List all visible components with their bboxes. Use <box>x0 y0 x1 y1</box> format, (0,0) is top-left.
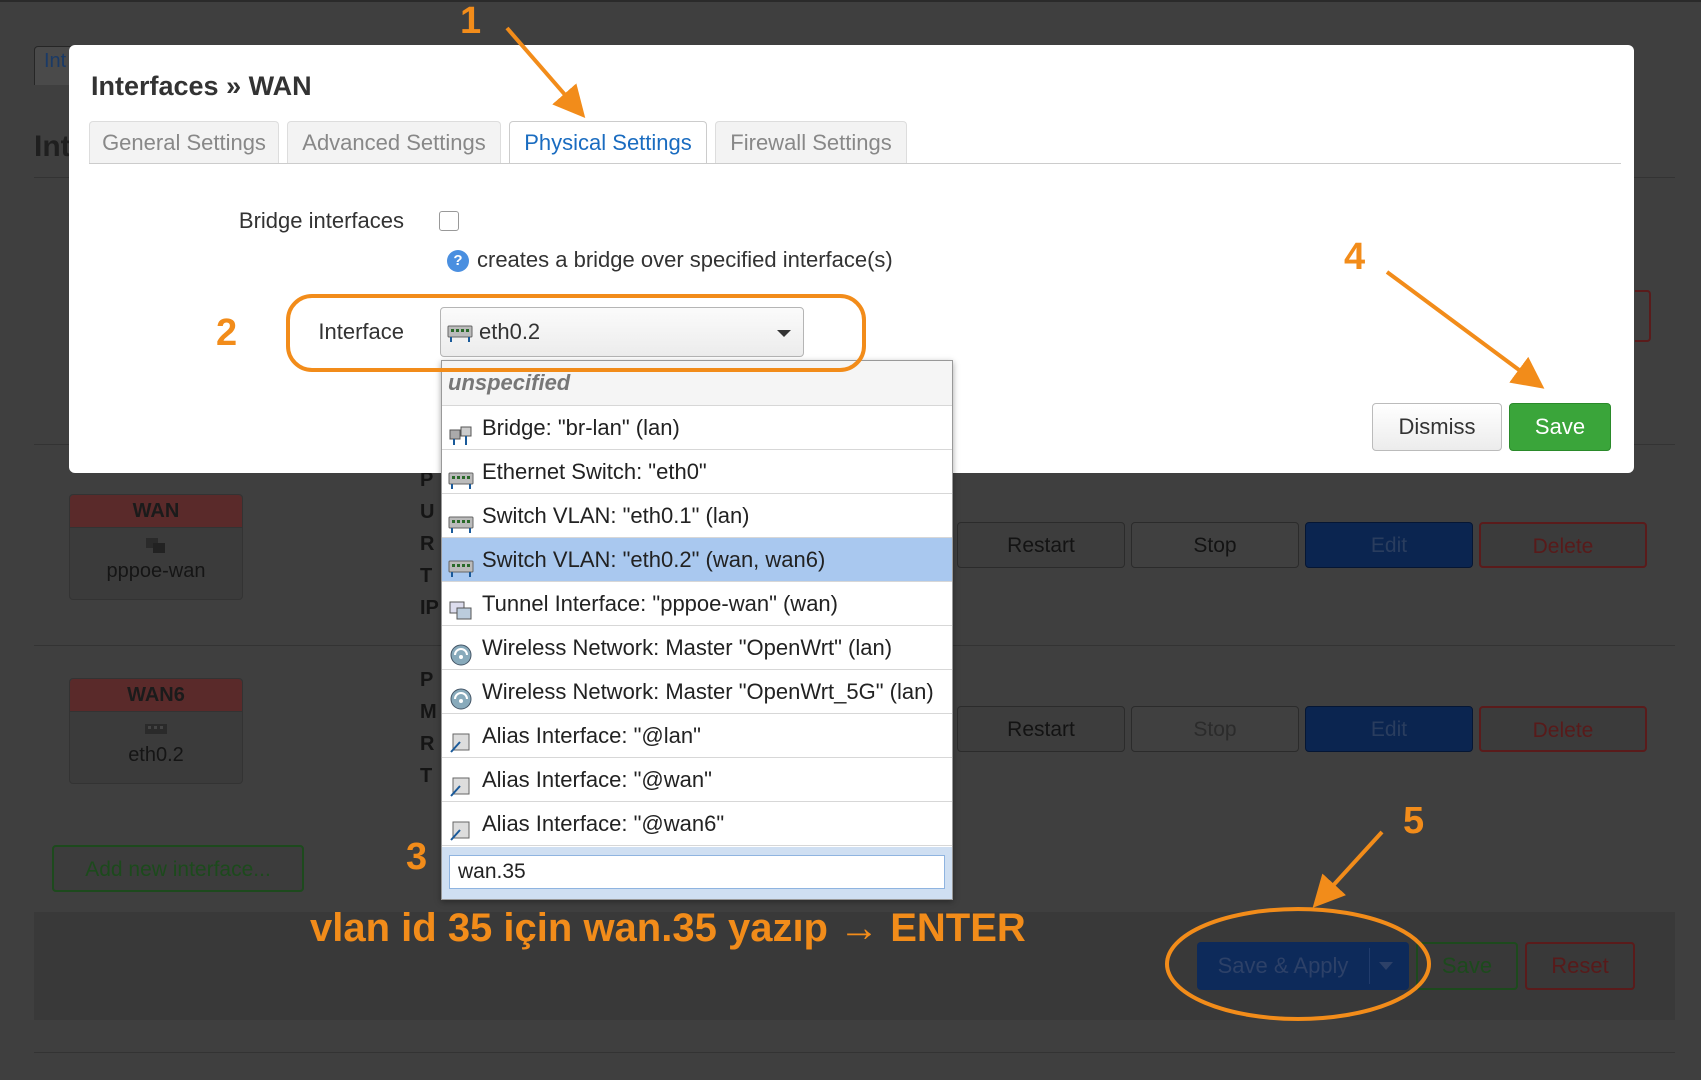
annotation-arrow <box>1312 830 1384 908</box>
annotation-step-2: 2 <box>216 312 238 354</box>
annotation-step-5: 5 <box>1403 800 1425 842</box>
annotation-arrow <box>1385 270 1545 389</box>
annotation-highlight-interface <box>286 294 866 372</box>
annotation-step-1: 1 <box>460 0 482 42</box>
annotation-arrow <box>505 26 586 119</box>
annotation-step-3: 3 <box>406 836 428 878</box>
annotation-step-4: 4 <box>1344 236 1366 278</box>
annotation-instruction: vlan id 35 için wan.35 yazıp → ENTER <box>310 906 1026 950</box>
annotation-highlight-save-apply <box>1165 907 1431 1021</box>
